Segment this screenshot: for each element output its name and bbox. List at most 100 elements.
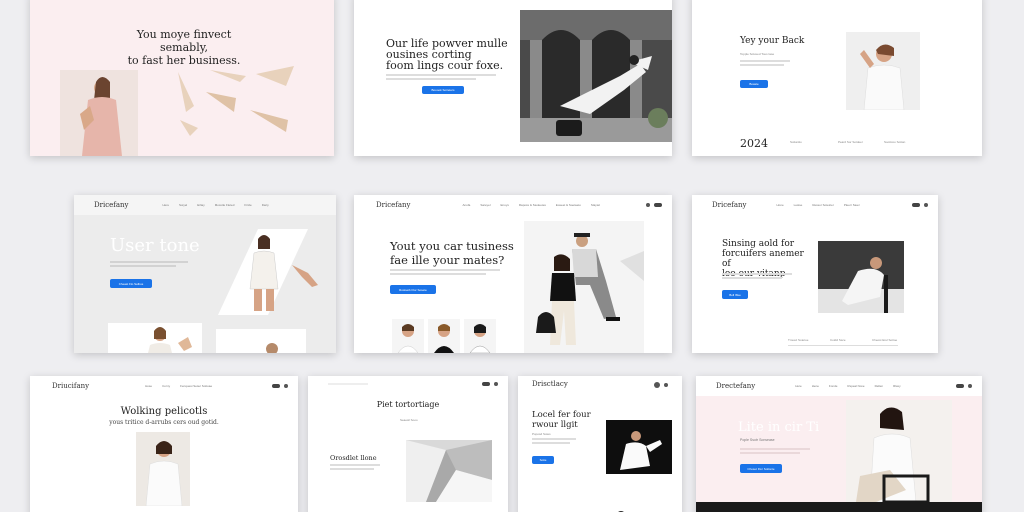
search-icon[interactable] bbox=[646, 203, 650, 207]
card-5-navbar: Dricefany Anofa Sareyel Enuys Raposs & S… bbox=[354, 195, 672, 215]
card-6-body-text-2 bbox=[722, 277, 782, 279]
card-4-cta-button[interactable]: Cheast Flo Selbus bbox=[110, 279, 152, 288]
card-7-nav-2[interactable]: Corny bbox=[162, 384, 170, 388]
card-9-body-text bbox=[532, 438, 576, 440]
card-10-logo[interactable]: Drectefany bbox=[716, 382, 755, 390]
card-10-nav-2[interactable]: Hene bbox=[812, 384, 819, 388]
card-6-nav-4[interactable]: Pleerr Sieel bbox=[844, 203, 860, 207]
card-4-nav-5[interactable]: Fircle bbox=[244, 203, 251, 207]
template-card-9[interactable]: Drisctlacy Locel fer four rwour llgit Po… bbox=[518, 376, 682, 512]
portrait-thumb-3 bbox=[464, 319, 496, 353]
toggle-icon[interactable] bbox=[482, 382, 490, 386]
template-card-4[interactable]: Dricefany Here Soiyel Erliay Mocotle Fle… bbox=[74, 195, 336, 353]
card-6-logo[interactable]: Dricefany bbox=[712, 201, 747, 209]
card-9-cta-button[interactable]: Sotie bbox=[532, 456, 554, 464]
toggle-icon[interactable] bbox=[654, 203, 662, 207]
card-10-nav-icons bbox=[956, 384, 972, 388]
template-card-8[interactable]: Piet tortortiage Seaesil Sooo Orosdlet l… bbox=[308, 376, 508, 512]
card-3-footer-3: Soottcoo Sottan bbox=[884, 140, 906, 144]
card-2-cta-button[interactable]: Booook Sorieters bbox=[422, 86, 464, 94]
menu-icon[interactable] bbox=[664, 383, 668, 387]
card-4-thumb-1 bbox=[108, 323, 202, 353]
card-3-year: 2024 bbox=[740, 137, 768, 150]
menu-icon[interactable] bbox=[924, 203, 928, 207]
card-7-nav-1[interactable]: Hose bbox=[145, 384, 152, 388]
template-card-5[interactable]: Dricefany Anofa Sareyel Enuys Raposs & S… bbox=[354, 195, 672, 353]
card-7-logo[interactable]: Driucifany bbox=[52, 382, 89, 390]
menu-icon[interactable] bbox=[494, 382, 498, 386]
card-3-headline: Yey your Back bbox=[740, 36, 805, 46]
card-4-hero-text: User tone bbox=[110, 235, 200, 256]
card-5-logo[interactable]: Dricefany bbox=[376, 201, 411, 209]
couple-fashion-photo bbox=[524, 221, 644, 353]
card-4-navbar: Dricefany Here Soiyel Erliay Mocotle Fle… bbox=[74, 195, 336, 215]
card-6-nav-2[interactable]: Lesise bbox=[794, 203, 803, 207]
card-4-logo[interactable]: Dricefany bbox=[94, 201, 129, 209]
card-6-nav-1[interactable]: Hone bbox=[777, 203, 784, 207]
card-7-nav-3[interactable]: Fenquesi Setec Sottoae bbox=[180, 384, 212, 388]
card-4-nav-2[interactable]: Soiyel bbox=[179, 203, 187, 207]
card-5-nav-6[interactable]: Slaytel bbox=[591, 203, 600, 207]
card-3-body-text bbox=[740, 60, 790, 62]
template-card-10[interactable]: Drectefany Here Hene Fonde Rspeal Nove R… bbox=[696, 376, 982, 512]
card-10-navbar: Drectefany Here Hene Fonde Rspeal Nove R… bbox=[696, 376, 982, 396]
dancer-architecture-photo bbox=[520, 10, 672, 142]
card-8-body-text bbox=[330, 464, 380, 466]
toggle-icon[interactable] bbox=[912, 203, 920, 207]
toggle-icon[interactable] bbox=[272, 384, 280, 388]
card-10-nav-6[interactable]: Rlaxy bbox=[893, 384, 901, 388]
man-dark-background-photo bbox=[606, 420, 672, 474]
card-6-footer-2: Cotdd Ssce bbox=[830, 338, 846, 342]
card-4-nav-4[interactable]: Mocotle Fleted bbox=[215, 203, 235, 207]
template-card-1[interactable]: You moye finvect semably, to fast her bu… bbox=[30, 0, 334, 156]
card-5-nav-5[interactable]: Eoseet & Soetaeto bbox=[556, 203, 581, 207]
card-8-subtext: Seaesil Sooo bbox=[400, 418, 418, 422]
card-4-nav-6[interactable]: Dariy bbox=[262, 203, 269, 207]
card-4-nav-3[interactable]: Erliay bbox=[197, 203, 205, 207]
card-5-nav-4[interactable]: Raposs & Ssoleetes bbox=[519, 203, 546, 207]
card-6-footer-1: Trouaz Sotetoe bbox=[788, 338, 809, 342]
menu-icon[interactable] bbox=[284, 384, 288, 388]
template-card-3[interactable]: Yey your Back Topple Solveed Tous Iase B… bbox=[692, 0, 982, 156]
card-5-headline: Yout you car tusiness fae ille your mate… bbox=[390, 239, 514, 267]
woman-white-dress-photo bbox=[136, 432, 190, 506]
card-10-nav-4[interactable]: Rspeal Nove bbox=[847, 384, 864, 388]
toggle-icon[interactable] bbox=[956, 384, 964, 388]
card-4-body-text bbox=[110, 261, 188, 263]
card-6-cta-button[interactable]: Boll Iffee bbox=[722, 290, 748, 299]
card-2-body-text-2 bbox=[386, 78, 476, 80]
card-10-cta-button[interactable]: Choset Flor Sollonte bbox=[740, 464, 782, 473]
card-9-logo[interactable]: Drisctlacy bbox=[532, 380, 568, 388]
portrait-thumb-1 bbox=[392, 319, 424, 353]
template-card-7[interactable]: Driucifany Hose Corny Fenquesi Setec Sot… bbox=[30, 376, 298, 512]
template-card-2[interactable]: Our life powver mulle ousines corting fo… bbox=[354, 0, 672, 156]
card-10-nav-5[interactable]: Rellen bbox=[875, 384, 884, 388]
card-5-cta-button[interactable]: Rosiseib Flor Sosete bbox=[390, 285, 436, 294]
search-icon[interactable] bbox=[654, 382, 660, 388]
menu-icon[interactable] bbox=[968, 384, 972, 388]
card-5-body-text-2 bbox=[390, 273, 486, 275]
card-10-body-text-2 bbox=[740, 452, 800, 454]
paper-fans-graphic bbox=[176, 62, 306, 144]
card-8-nav-placeholder bbox=[328, 383, 368, 385]
card-6-nav-icons bbox=[912, 203, 928, 207]
card-5-nav-3[interactable]: Enuys bbox=[501, 203, 509, 207]
card-6-nav-3[interactable]: Ressor Sotetcer bbox=[812, 203, 834, 207]
card-6-footer-line bbox=[788, 345, 898, 346]
template-card-6[interactable]: Dricefany Hone Lesise Ressor Sotetcer Pl… bbox=[692, 195, 938, 353]
card-3-cta-button[interactable]: Boaste bbox=[740, 80, 768, 88]
card-9-nav-icons bbox=[654, 382, 668, 388]
portrait-thumb-2 bbox=[428, 319, 460, 353]
card-3-footer-1: Sottantio bbox=[790, 140, 802, 144]
card-8-navbar bbox=[308, 376, 508, 392]
card-3-footer-2: Peard Sor Sotdeer bbox=[838, 140, 863, 144]
card-10-nav-1[interactable]: Here bbox=[795, 384, 802, 388]
card-5-nav-2[interactable]: Sareyel bbox=[480, 203, 490, 207]
woman-white-shirt-photo bbox=[846, 32, 920, 110]
abstract-geometric-photo bbox=[406, 440, 492, 502]
card-10-body-text bbox=[740, 448, 810, 450]
card-10-nav-3[interactable]: Fonde bbox=[829, 384, 838, 388]
woman-with-luggage-photo bbox=[846, 400, 952, 502]
card-5-nav-1[interactable]: Anofa bbox=[463, 203, 471, 207]
card-4-nav-1[interactable]: Here bbox=[163, 203, 170, 207]
